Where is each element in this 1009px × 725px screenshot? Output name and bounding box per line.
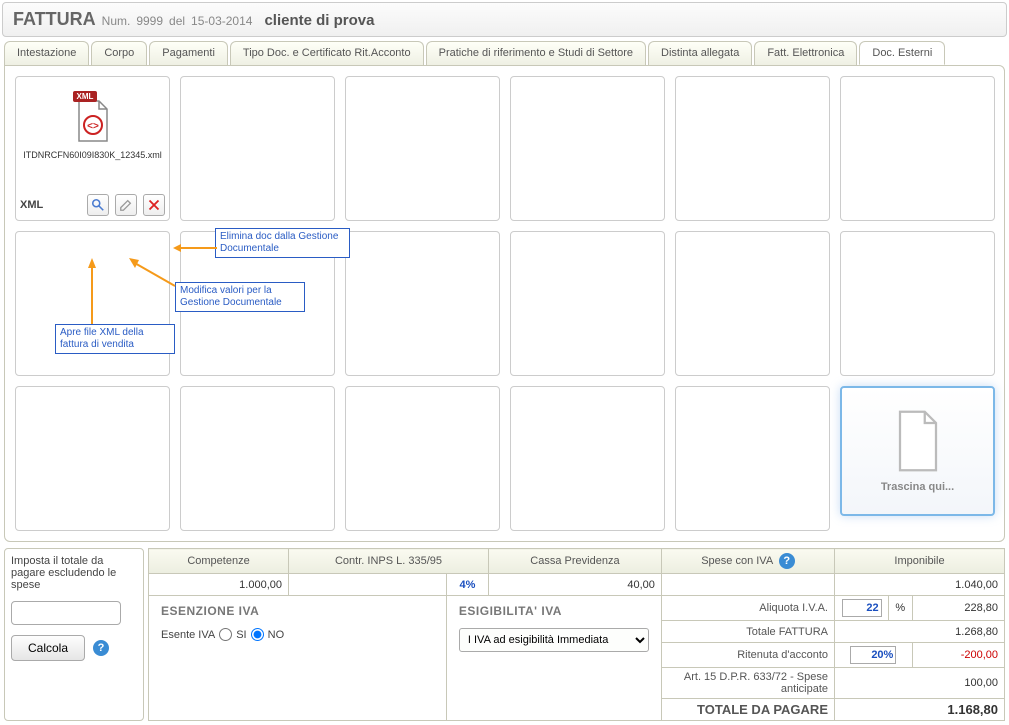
esente-label: Esente IVA [161, 629, 215, 641]
attachment-slot-empty[interactable] [510, 386, 665, 531]
col-contr: Contr. INPS L. 335/95 [289, 549, 489, 574]
aliquota-amount: 228,80 [912, 596, 1004, 621]
esigibilita-select[interactable]: I IVA ad esigibilità Immediata [459, 628, 649, 652]
esente-no-radio[interactable] [251, 628, 264, 641]
file-name-label: ITDNRCFN60I09I830K_12345.xml [23, 151, 162, 161]
tab-tipodoc[interactable]: Tipo Doc. e Certificato Rit.Acconto [230, 41, 424, 65]
file-type-label: XML [20, 199, 43, 211]
ritenuta-pct-input[interactable] [850, 646, 896, 664]
imponibile-value: 1.040,00 [835, 574, 1005, 596]
arrow-icon [127, 256, 177, 290]
tab-bar: Intestazione Corpo Pagamenti Tipo Doc. e… [4, 41, 1005, 65]
esigibilita-title: ESIGIBILITA' IVA [459, 604, 649, 618]
attachment-slot-empty[interactable] [840, 76, 995, 221]
num-label: Num. [102, 14, 131, 28]
doc-number: 9999 [136, 14, 163, 28]
annotation-open: Apre file XML della fattura di vendita [55, 324, 175, 354]
open-xml-button[interactable] [87, 194, 109, 216]
aliquota-label: Aliquota I.V.A. [661, 596, 834, 621]
art15-amount: 100,00 [835, 668, 1005, 699]
annotation-edit: Modifica valori per la Gestione Document… [175, 282, 305, 312]
aliquota-input[interactable] [842, 599, 882, 617]
attachment-slot-empty[interactable] [180, 76, 335, 221]
aliquota-unit: % [889, 596, 912, 621]
svg-text:<>: <> [87, 121, 99, 132]
tab-fattelettronica[interactable]: Fatt. Elettronica [754, 41, 857, 65]
tab-distinta[interactable]: Distinta allegata [648, 41, 752, 65]
tab-pagamenti[interactable]: Pagamenti [149, 41, 228, 65]
col-imponibile: Imponibile [835, 549, 1005, 574]
attachment-slot-empty[interactable] [675, 231, 830, 376]
totfattura-label: Totale FATTURA [661, 621, 834, 643]
tab-docesterni[interactable]: Doc. Esterni [859, 41, 945, 65]
totfattura-value: 1.268,80 [835, 621, 1005, 643]
annotation-delete: Elimina doc dalla Gestione Documentale [215, 228, 350, 258]
col-spese: Spese con IVA ? [661, 549, 834, 574]
calc-box: Imposta il totale da pagare escludendo l… [4, 548, 144, 721]
contr-value [289, 574, 447, 596]
arrow-icon [173, 241, 217, 255]
calcola-button[interactable]: Calcola [11, 635, 85, 661]
drop-target-label: Trascina qui... [881, 481, 954, 493]
help-icon[interactable]: ? [779, 553, 795, 569]
totals-table: Competenze Contr. INPS L. 335/95 Cassa P… [148, 548, 1005, 721]
xml-badge: XML [73, 91, 98, 102]
client-name: cliente di prova [264, 12, 374, 29]
calc-input[interactable] [11, 601, 121, 625]
drop-file-icon [891, 409, 945, 473]
attachment-slot-empty[interactable] [675, 76, 830, 221]
cassa-value: 40,00 [489, 574, 662, 596]
esenzione-title: ESENZIONE IVA [161, 604, 434, 618]
ritenuta-amount: -200,00 [912, 643, 1004, 668]
contr-pct: 4% [446, 574, 488, 596]
attachment-slot-filled[interactable]: XML <> ITDNRCFN60I09I830K_12345.xml XML [15, 76, 170, 221]
col-competenze: Competenze [149, 549, 289, 574]
grand-total-label: TOTALE DA PAGARE [661, 699, 834, 721]
esente-si-radio[interactable] [219, 628, 232, 641]
attachment-slot-empty[interactable] [345, 386, 500, 531]
attachment-slot-empty[interactable] [675, 386, 830, 531]
attachment-slot-empty[interactable] [510, 231, 665, 376]
tab-corpo[interactable]: Corpo [91, 41, 147, 65]
xml-file-icon: XML <> [69, 97, 117, 145]
competenze-value: 1.000,00 [149, 574, 289, 596]
doc-type-title: FATTURA [13, 9, 96, 30]
document-header: FATTURA Num. 9999 del 15-03-2014 cliente… [2, 2, 1007, 37]
ritenuta-label: Ritenuta d'acconto [661, 643, 834, 668]
del-label: del [169, 14, 185, 28]
calc-label: Imposta il totale da pagare escludendo l… [11, 555, 137, 591]
grand-total-amount: 1.168,80 [835, 699, 1005, 721]
art15-label: Art. 15 D.P.R. 633/72 - Spese anticipate [661, 668, 834, 699]
edit-doc-button[interactable] [115, 194, 137, 216]
doc-date: 15-03-2014 [191, 14, 252, 28]
attachment-slot-empty[interactable] [180, 386, 335, 531]
tab-pratiche[interactable]: Pratiche di riferimento e Studi di Setto… [426, 41, 646, 65]
doc-esterni-panel: XML <> ITDNRCFN60I09I830K_12345.xml XML [4, 65, 1005, 542]
attachment-slot-empty[interactable] [840, 231, 995, 376]
col-cassa: Cassa Previdenza [489, 549, 662, 574]
delete-doc-button[interactable] [143, 194, 165, 216]
spese-value [661, 574, 834, 596]
help-icon[interactable]: ? [93, 640, 109, 656]
tab-intestazione[interactable]: Intestazione [4, 41, 89, 65]
attachment-slot-empty[interactable] [345, 231, 500, 376]
attachment-slot-empty[interactable] [345, 76, 500, 221]
arrow-icon [85, 258, 99, 324]
attachment-slot-empty[interactable] [15, 386, 170, 531]
attachment-slot-empty[interactable] [510, 76, 665, 221]
drop-target[interactable]: Trascina qui... [840, 386, 995, 516]
